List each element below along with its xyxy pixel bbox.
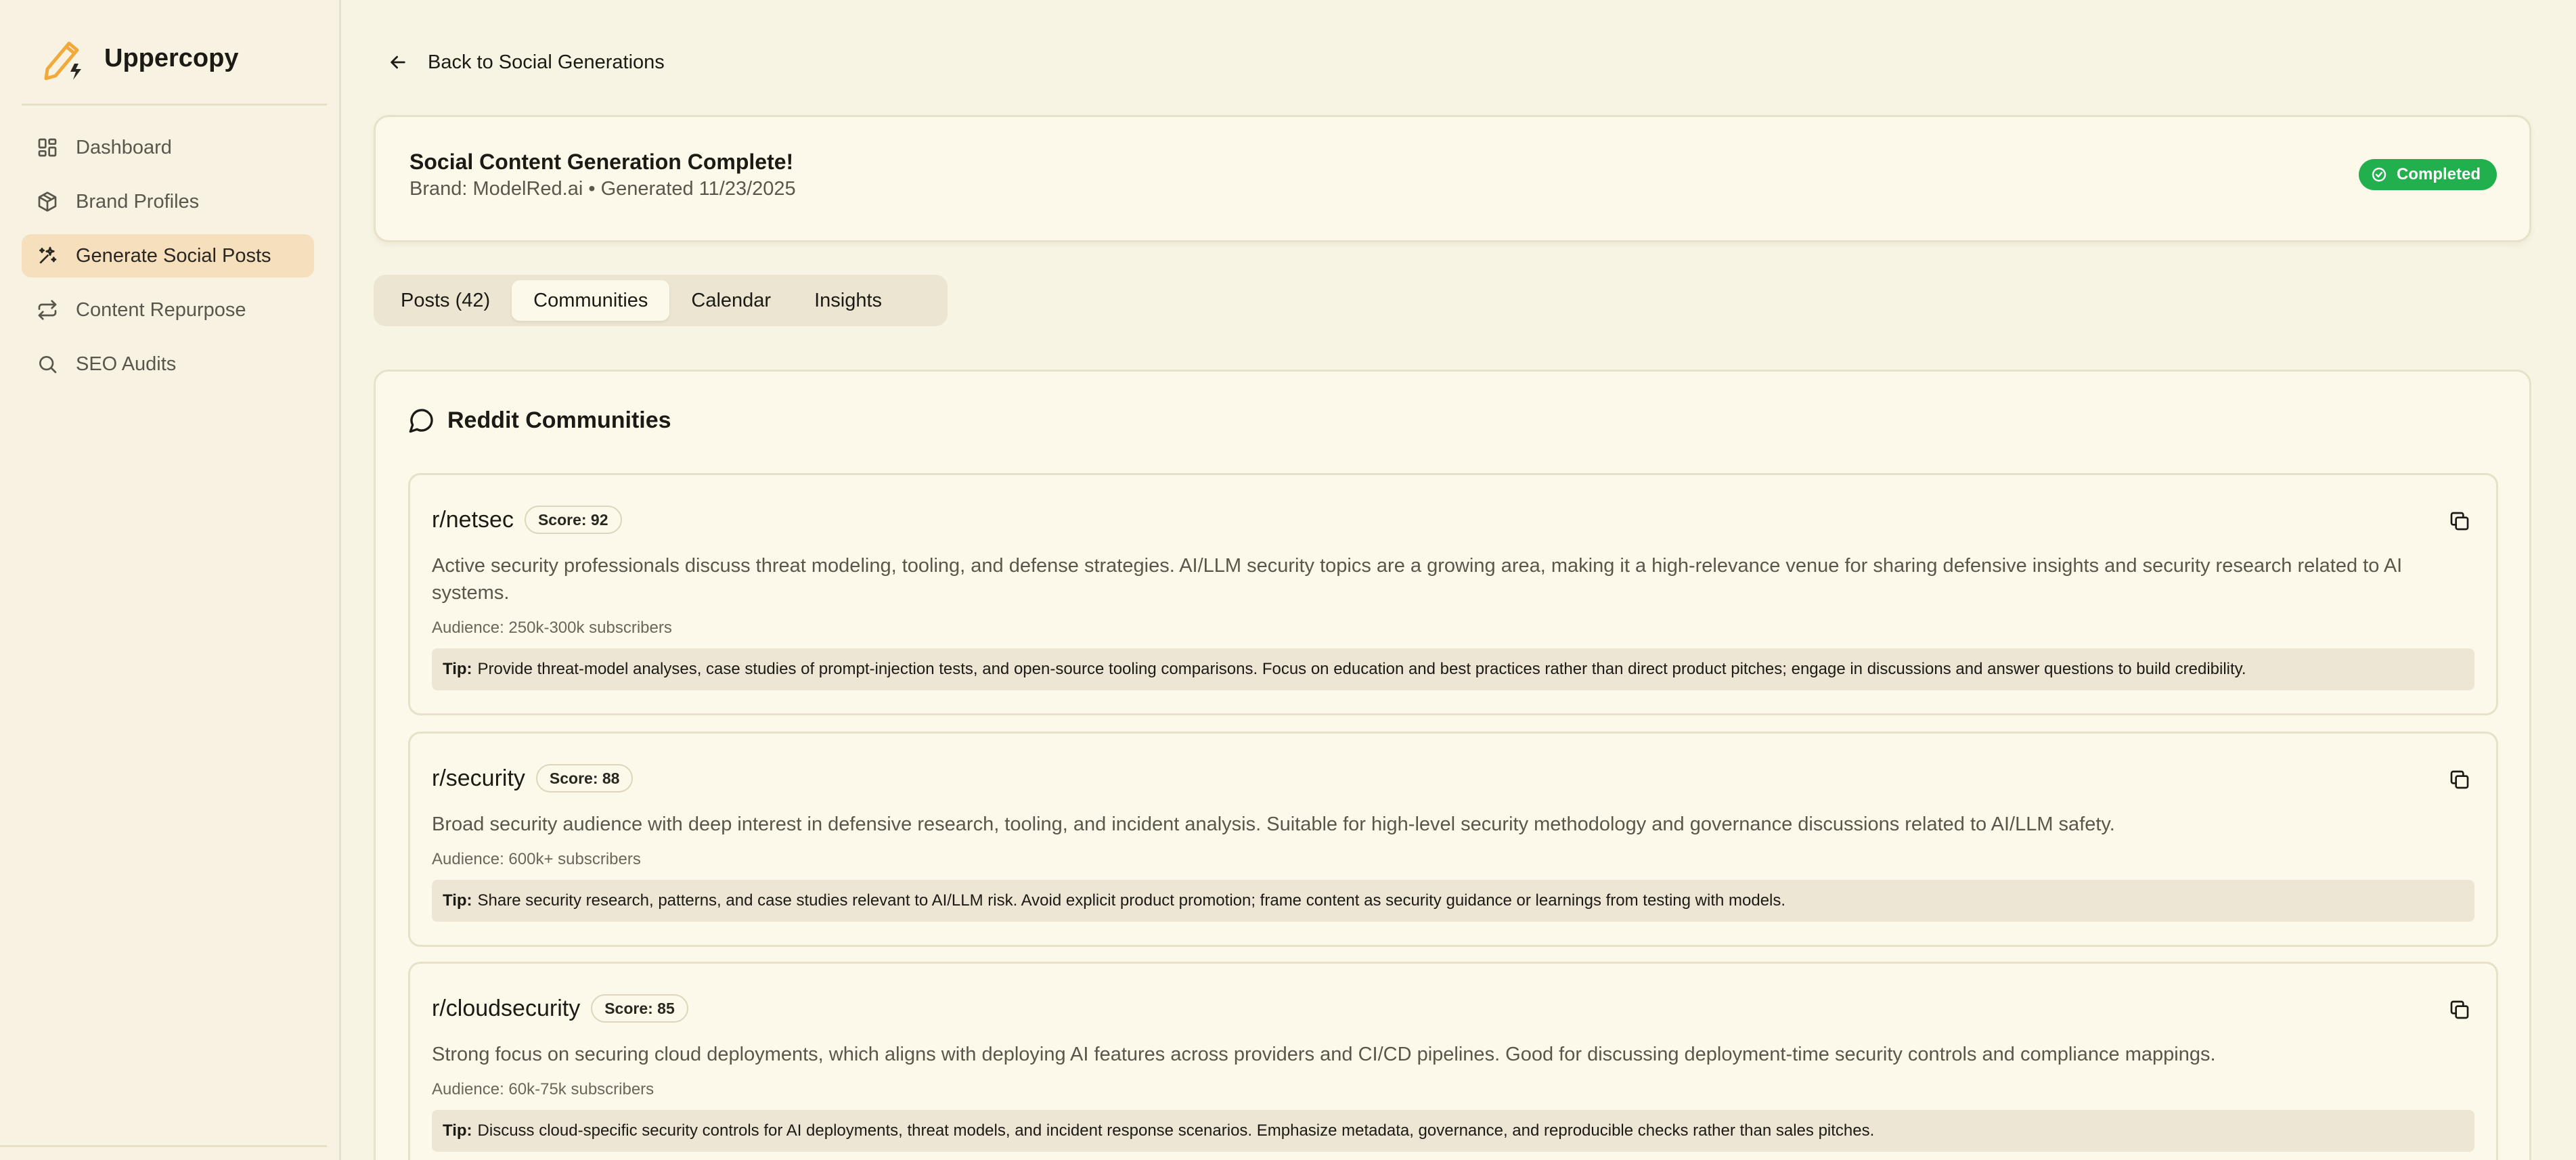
- tab-communities[interactable]: Communities: [512, 280, 670, 321]
- tip-label: Tip:: [443, 660, 472, 678]
- pencil-bolt-logo-icon: [44, 41, 81, 81]
- summary-subtitle: Brand: ModelRed.ai • Generated 11/23/202…: [409, 178, 796, 200]
- community-tip: Tip: Share security research, patterns, …: [432, 880, 2474, 922]
- community-header: r/cloudsecurity Score: 85: [432, 992, 688, 1025]
- community-card-security: r/security Score: 88 Broad security audi…: [408, 732, 2498, 947]
- tab-insights[interactable]: Insights: [793, 280, 904, 321]
- panel-heading: Reddit Communities: [408, 404, 671, 437]
- box-icon: [38, 192, 57, 212]
- community-audience: Audience: 600k+ subscribers: [432, 850, 641, 868]
- message-circle-icon: [409, 409, 433, 433]
- status-label: Completed: [2396, 165, 2481, 183]
- copy-button[interactable]: [2443, 505, 2476, 537]
- community-audience: Audience: 60k-75k subscribers: [432, 1080, 654, 1098]
- sidebar-item-label: Brand Profiles: [76, 190, 200, 213]
- status-badge: Completed: [2358, 159, 2497, 190]
- sidebar-item-brand-profiles[interactable]: Brand Profiles: [22, 180, 314, 223]
- score-badge: Score: 88: [535, 764, 634, 793]
- repeat-icon: [38, 300, 57, 320]
- community-name: r/security: [432, 765, 525, 791]
- sidebar-item-dashboard[interactable]: Dashboard: [22, 126, 314, 169]
- sidebar-item-generate-social-posts[interactable]: Generate Social Posts: [22, 234, 314, 277]
- sidebar-item-label: Generate Social Posts: [76, 244, 271, 267]
- community-name: r/netsec: [432, 506, 514, 533]
- brand-logo-link[interactable]: Uppercopy: [39, 31, 238, 85]
- copy-button[interactable]: [2443, 994, 2476, 1026]
- copy-icon: [2450, 1000, 2469, 1019]
- sidebar-divider: [22, 104, 327, 106]
- community-tip: Tip: Provide threat-model analyses, case…: [432, 648, 2474, 690]
- community-header: r/security Score: 88: [432, 762, 634, 795]
- check-circle-icon: [2372, 167, 2386, 182]
- summary-title: Social Content Generation Complete!: [409, 150, 794, 174]
- community-name: r/cloudsecurity: [432, 995, 581, 1021]
- tip-text: Share security research, patterns, and c…: [477, 891, 1786, 910]
- arrow-left-icon: [391, 55, 405, 69]
- search-icon: [39, 356, 57, 374]
- sidebar-bottom-divider: [0, 1145, 327, 1147]
- score-badge: Score: 85: [591, 994, 688, 1023]
- panel-heading-label: Reddit Communities: [447, 407, 671, 433]
- community-tip: Tip: Discuss cloud-specific security con…: [432, 1110, 2474, 1152]
- dashboard-icon: [38, 138, 57, 157]
- reddit-communities-panel: Reddit Communities r/netsec Score: 92 Ac…: [374, 370, 2531, 1160]
- community-card-cloudsecurity: r/cloudsecurity Score: 85 Strong focus o…: [408, 962, 2498, 1160]
- community-description: Strong focus on securing cloud deploymen…: [432, 1044, 2216, 1065]
- sidebar-item-label: SEO Audits: [76, 353, 177, 375]
- community-audience: Audience: 250k-300k subscribers: [432, 619, 672, 637]
- main-content: Back to Social Generations Social Conten…: [374, 0, 2531, 1160]
- back-to-social-generations-link[interactable]: Back to Social Generations: [387, 47, 665, 77]
- results-tabs: Posts (42) Communities Calendar Insights: [374, 275, 948, 326]
- tab-calendar[interactable]: Calendar: [669, 280, 793, 321]
- community-description: Broad security audience with deep intere…: [432, 813, 2115, 835]
- copy-icon: [2450, 512, 2469, 531]
- sparkles-icon: [39, 246, 57, 264]
- sidebar-item-content-repurpose[interactable]: Content Repurpose: [22, 288, 314, 332]
- community-card-netsec: r/netsec Score: 92 Active security profe…: [408, 473, 2498, 715]
- sidebar-item-label: Dashboard: [76, 136, 172, 158]
- copy-button[interactable]: [2443, 763, 2476, 796]
- generation-summary-card: Social Content Generation Complete! Bran…: [374, 115, 2531, 242]
- tip-label: Tip:: [443, 1121, 472, 1140]
- tab-posts[interactable]: Posts (42): [379, 280, 512, 321]
- tip-label: Tip:: [443, 891, 472, 910]
- sidebar: Uppercopy Dashboard Brand Profiles Gener…: [0, 0, 341, 1160]
- score-badge: Score: 92: [524, 506, 622, 534]
- sidebar-item-seo-audits[interactable]: SEO Audits: [22, 342, 314, 386]
- tip-text: Discuss cloud-specific security controls…: [477, 1121, 1875, 1140]
- community-header: r/netsec Score: 92: [432, 504, 622, 536]
- app-name: Uppercopy: [104, 43, 239, 72]
- tip-text: Provide threat-model analyses, case stud…: [477, 660, 2246, 678]
- copy-icon: [2450, 770, 2469, 789]
- community-description: Active security professionals discuss th…: [432, 555, 2403, 604]
- back-link-label: Back to Social Generations: [428, 51, 665, 73]
- sidebar-item-label: Content Repurpose: [76, 298, 246, 321]
- sidebar-nav: Dashboard Brand Profiles Generate Social…: [22, 126, 314, 397]
